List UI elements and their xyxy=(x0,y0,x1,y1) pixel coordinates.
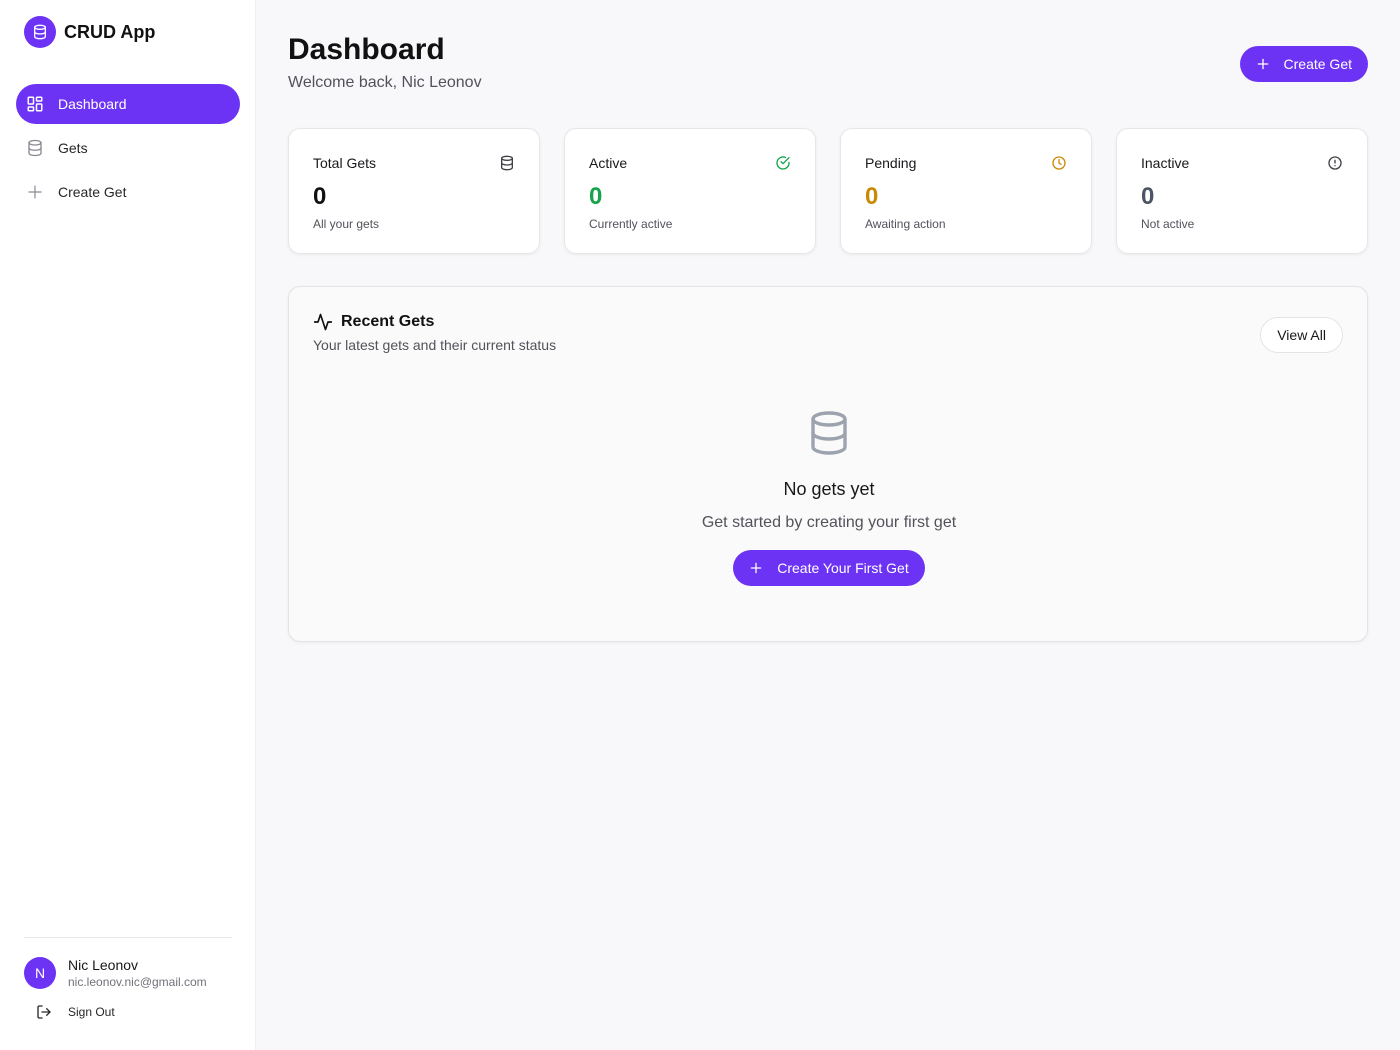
stats-row: Total Gets 0 All your gets Active 0 Curr… xyxy=(288,128,1368,254)
user-name: Nic Leonov xyxy=(68,957,139,973)
database-icon xyxy=(24,16,56,48)
create-get-button[interactable]: Create Get xyxy=(1239,46,1368,82)
sidebar-nav: Dashboard Gets Create Get xyxy=(16,84,240,216)
page-title: Dashboard xyxy=(288,33,445,66)
view-all-button[interactable]: View All xyxy=(1260,317,1343,353)
plus-icon xyxy=(26,183,44,201)
user-email: nic.leonov.nic@gmail.com xyxy=(68,975,207,989)
database-icon xyxy=(805,409,853,457)
create-first-get-button[interactable]: Create Your First Get xyxy=(733,550,925,586)
clock-icon xyxy=(1051,155,1067,171)
recent-gets-subtitle: Your latest gets and their current statu… xyxy=(313,337,557,353)
create-first-get-label: Create Your First Get xyxy=(777,560,909,576)
sign-out-button[interactable]: Sign Out xyxy=(36,1004,232,1020)
stat-description: Awaiting action xyxy=(865,217,946,231)
alert-circle-icon xyxy=(1327,155,1343,171)
recent-gets-title: Recent Gets xyxy=(341,313,435,330)
empty-state: No gets yet Get started by creating your… xyxy=(289,409,1369,586)
stat-label: Total Gets xyxy=(313,155,377,171)
sign-out-label: Sign Out xyxy=(68,1005,115,1019)
check-circle-icon xyxy=(775,155,791,171)
database-icon xyxy=(499,155,515,171)
stat-label: Pending xyxy=(865,155,917,171)
stat-description: Not active xyxy=(1141,217,1195,231)
stat-card-inactive: Inactive 0 Not active xyxy=(1116,128,1368,254)
stat-label: Active xyxy=(589,155,628,171)
sidebar-item-dashboard[interactable]: Dashboard xyxy=(16,84,240,124)
stat-card-active: Active 0 Currently active xyxy=(564,128,816,254)
app-name: CRUD App xyxy=(64,21,156,42)
activity-icon xyxy=(313,312,333,332)
stat-value: 0 xyxy=(1141,183,1155,210)
stat-value: 0 xyxy=(589,183,603,210)
stat-description: All your gets xyxy=(313,217,380,231)
recent-gets-header: Recent Gets Your latest gets and their c… xyxy=(313,312,556,353)
user-profile[interactable]: N Nic Leonov nic.leonov.nic@gmail.com xyxy=(24,956,232,990)
plus-icon xyxy=(1256,57,1270,71)
sidebar-item-create-get[interactable]: Create Get xyxy=(16,172,240,212)
stat-description: Currently active xyxy=(589,217,673,231)
brand[interactable]: CRUD App xyxy=(24,16,155,48)
plus-icon xyxy=(749,561,763,575)
recent-gets-card: Recent Gets Your latest gets and their c… xyxy=(288,286,1368,642)
database-icon xyxy=(26,139,44,157)
layout-dashboard-icon xyxy=(26,95,44,113)
avatar: N xyxy=(24,957,56,989)
create-get-label: Create Get xyxy=(1283,56,1352,72)
log-out-icon xyxy=(36,1004,52,1020)
stat-value: 0 xyxy=(865,183,879,210)
sidebar-item-label: Dashboard xyxy=(58,96,127,112)
sidebar-item-gets[interactable]: Gets xyxy=(16,128,240,168)
stat-label: Inactive xyxy=(1141,155,1190,171)
stat-value: 0 xyxy=(313,183,327,210)
sidebar-footer: N Nic Leonov nic.leonov.nic@gmail.com Si… xyxy=(24,937,232,1020)
sidebar-item-label: Create Get xyxy=(58,184,127,200)
empty-state-title: No gets yet xyxy=(783,479,875,499)
stat-card-pending: Pending 0 Awaiting action xyxy=(840,128,1092,254)
empty-state-subtitle: Get started by creating your first get xyxy=(701,514,957,531)
sidebar: CRUD App Dashboard Gets Create Get N Nic… xyxy=(0,0,256,1050)
stat-card-total: Total Gets 0 All your gets xyxy=(288,128,540,254)
sidebar-item-label: Gets xyxy=(58,140,88,156)
page-subtitle: Welcome back, Nic Leonov xyxy=(288,74,482,91)
